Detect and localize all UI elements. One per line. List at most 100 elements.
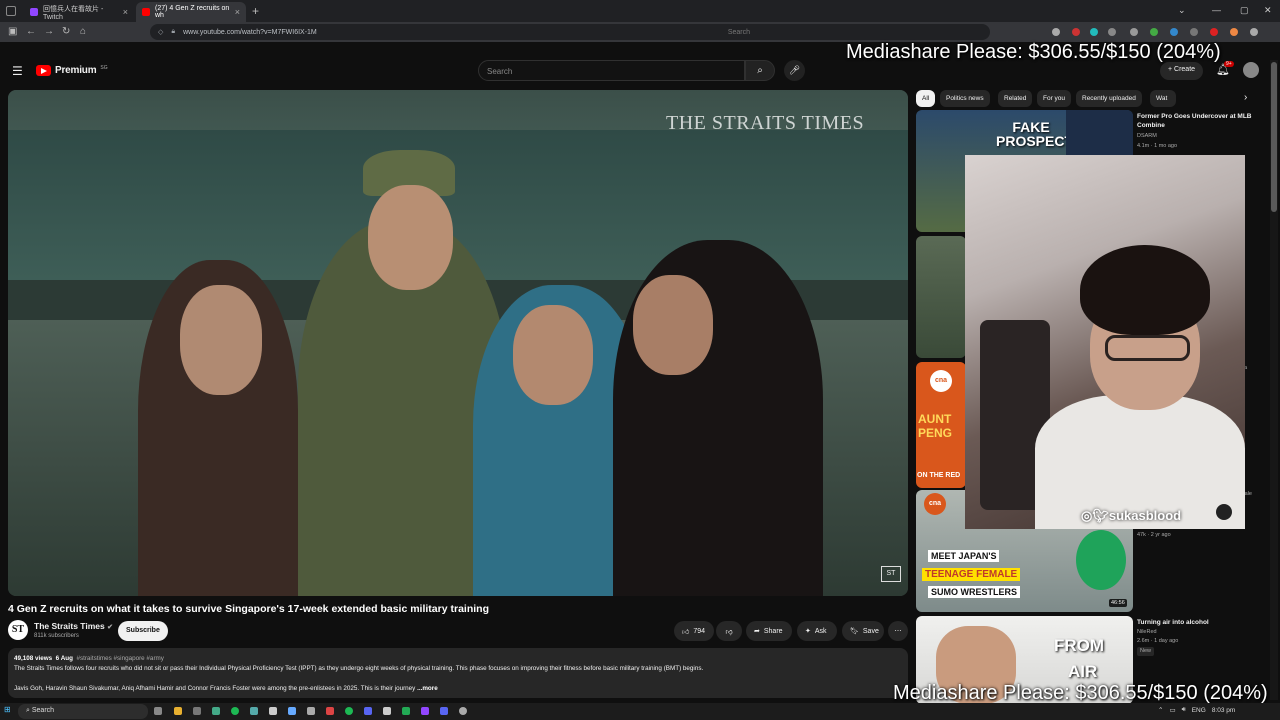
chip-watched[interactable]: Wat — [1150, 90, 1176, 107]
hamburger-menu-icon[interactable]: ☰ — [12, 64, 24, 78]
address-bar[interactable]: ◇ 🔒︎ www.youtube.com/watch?v=M7FWI6IX-1M… — [150, 24, 990, 40]
verified-icon: ✔ — [107, 624, 113, 631]
channel-name[interactable]: The Straits Times ✔ — [34, 621, 113, 631]
video-description[interactable]: 49,108 views 6 Aug #straitstimes #singap… — [8, 648, 908, 698]
tab-actions-icon[interactable] — [6, 6, 16, 16]
discord-icon[interactable] — [364, 707, 372, 715]
webcam-person-hair — [1080, 245, 1210, 335]
account-avatar[interactable] — [1243, 62, 1259, 78]
windows-start-icon[interactable]: ⊞ — [4, 705, 14, 715]
thumbs-up-icon: 👍︎ — [682, 628, 690, 636]
clock[interactable]: 8:03 pm — [1212, 707, 1236, 714]
ask-button[interactable]: ✦ Ask — [797, 621, 837, 641]
browser-tab-twitch[interactable]: 回憶兵人在看故片 - Twitch × — [24, 2, 134, 22]
more-actions-button[interactable]: ⋯ — [888, 621, 908, 641]
chip-politics-news[interactable]: Politics news — [940, 90, 990, 107]
logo-text: Premium — [55, 65, 97, 76]
extension-icon[interactable] — [1210, 28, 1218, 36]
webcam-microphone — [1216, 504, 1232, 520]
extension-icon[interactable] — [1130, 28, 1138, 36]
extensions-menu-icon[interactable] — [1250, 28, 1258, 36]
spotify-icon[interactable] — [231, 707, 239, 715]
youtube-search-input[interactable]: Search — [478, 60, 745, 81]
extension-icon[interactable] — [1170, 28, 1178, 36]
save-button[interactable]: 🔖︎ Save — [842, 621, 884, 641]
taskbar-app-icon[interactable] — [193, 707, 201, 715]
new-tab-button[interactable]: + — [252, 4, 259, 18]
related-video-channel[interactable]: NileRed — [1137, 628, 1157, 637]
task-view-icon[interactable] — [154, 707, 162, 715]
taskbar-app-icon[interactable] — [459, 707, 467, 715]
hashtags[interactable]: #straitstimes #singapore #army — [76, 655, 164, 662]
extension-icon[interactable] — [1090, 28, 1098, 36]
taskbar-app-icon[interactable] — [212, 707, 220, 715]
thumbnail-figure — [1076, 530, 1126, 590]
home-icon[interactable]: ⌂ — [80, 26, 86, 37]
related-video-thumbnail[interactable]: cna AUNT PENG ON THE RED — [916, 362, 966, 488]
twitch-icon[interactable] — [421, 707, 429, 715]
youtube-premium-logo[interactable]: Premium SG — [36, 65, 108, 76]
share-button[interactable]: ➦ Share — [746, 621, 792, 641]
system-tray[interactable]: ⌃ ▭ 🔊︎ ENG 8:03 pm — [1158, 706, 1235, 714]
dislike-button[interactable]: 👎︎ — [716, 621, 742, 641]
more-dots-icon: ⋯ — [894, 628, 902, 635]
minimize-icon[interactable]: — — [1212, 5, 1221, 15]
taskbar-app-icon[interactable] — [307, 707, 315, 715]
taskbar-app-icon[interactable] — [250, 707, 258, 715]
create-button[interactable]: + Create — [1160, 62, 1204, 80]
extension-icon[interactable] — [1072, 28, 1080, 36]
video-player[interactable]: THE STRAITS TIMES ST — [8, 90, 908, 596]
lock-icon: 🔒︎ — [171, 28, 176, 35]
window-close-icon[interactable]: ✕ — [1264, 5, 1272, 16]
windows-taskbar — [0, 703, 1280, 720]
youtube-play-icon — [36, 65, 51, 76]
microphone-icon[interactable]: 🎤︎ — [784, 60, 805, 81]
taskbar-app-icon[interactable] — [269, 707, 277, 715]
forward-icon[interactable]: → — [44, 26, 54, 37]
chip-recently-uploaded[interactable]: Recently uploaded — [1076, 90, 1142, 107]
library-icon[interactable] — [1052, 28, 1060, 36]
taskbar-app-icon[interactable] — [345, 707, 353, 715]
browser-search-field[interactable]: Search — [728, 29, 750, 36]
subscribe-button[interactable]: Subscribe — [118, 621, 168, 641]
related-video-title[interactable]: Turning air into alcohol — [1137, 618, 1209, 627]
related-video-title[interactable]: Former Pro Goes Undercover at MLB Combin… — [1137, 112, 1262, 130]
volume-icon[interactable]: 🔊︎ — [1182, 706, 1186, 714]
chip-all[interactable]: All — [916, 90, 936, 107]
input-language[interactable]: ENG — [1192, 707, 1206, 714]
back-icon[interactable]: ← — [26, 26, 36, 37]
related-video-thumbnail[interactable] — [916, 236, 966, 358]
channel-avatar[interactable]: ST — [8, 620, 28, 640]
like-button[interactable]: 👍︎ 794 — [674, 621, 714, 641]
chevron-right-icon[interactable]: › — [1244, 92, 1247, 103]
chip-for-you[interactable]: For you — [1037, 90, 1072, 107]
thumbnail-text-line1: FROM — [1054, 636, 1105, 655]
file-explorer-icon[interactable] — [174, 707, 182, 715]
sidebar-toggle-icon[interactable]: ▣ — [8, 26, 17, 37]
extension-icon[interactable] — [1108, 28, 1116, 36]
extension-icon[interactable] — [1190, 28, 1198, 36]
extension-icon[interactable] — [1150, 28, 1158, 36]
taskbar-app-icon[interactable] — [440, 707, 448, 715]
thumbnail-text: FAKE PROSPECT — [996, 119, 1074, 149]
related-video-meta: 47k · 2 yr ago — [1137, 532, 1171, 538]
scrollbar-thumb[interactable] — [1271, 62, 1277, 212]
chip-related[interactable]: Related — [998, 90, 1033, 107]
taskbar-app-icon[interactable] — [383, 707, 391, 715]
extension-icon[interactable] — [1230, 28, 1238, 36]
chevron-up-icon[interactable]: ⌃ — [1158, 706, 1163, 714]
close-tab-icon[interactable]: × — [235, 7, 240, 17]
browser-tab-youtube[interactable]: (27) 4 Gen Z recruits on wh × — [136, 2, 246, 22]
taskbar-search[interactable]: ⌕ Search — [18, 704, 148, 719]
search-icon[interactable]: ⌕ — [745, 60, 775, 81]
taskbar-app-icon[interactable] — [326, 707, 334, 715]
tab-search-icon[interactable]: ⌄ — [1178, 5, 1186, 16]
taskbar-app-icon[interactable] — [288, 707, 296, 715]
reload-icon[interactable]: ↻ — [62, 26, 70, 37]
close-tab-icon[interactable]: × — [123, 7, 128, 17]
network-icon[interactable]: ▭ — [1169, 706, 1175, 714]
related-video-channel[interactable]: DSARM — [1137, 132, 1157, 141]
show-more-link[interactable]: ...more — [417, 685, 438, 692]
maximize-icon[interactable]: ▢ — [1240, 5, 1249, 16]
taskbar-app-icon[interactable] — [402, 707, 410, 715]
